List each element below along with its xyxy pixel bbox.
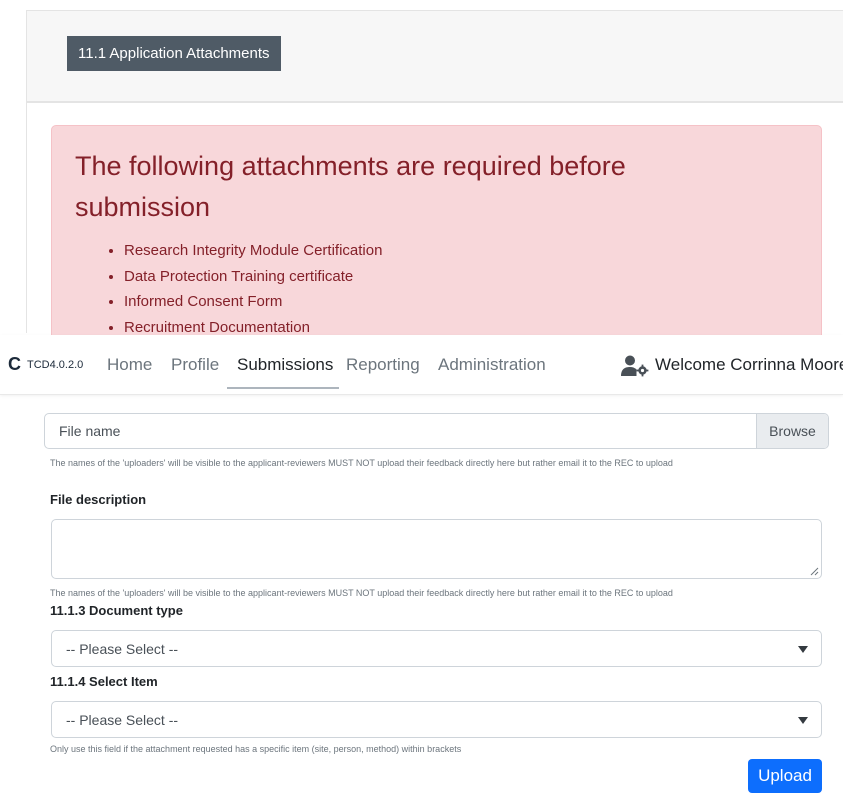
select-item-value: -- Please Select -- <box>66 712 179 728</box>
divider <box>26 102 843 103</box>
nav-link-profile[interactable]: Profile <box>171 355 219 375</box>
file-description-textarea[interactable] <box>51 519 822 579</box>
divider <box>26 103 27 333</box>
file-description-label: File description <box>50 492 147 507</box>
document-type-label: 11.1.3 Document type <box>50 603 183 618</box>
required-attachments-list: Research Integrity Module Certification … <box>124 238 382 340</box>
upload-button[interactable]: Upload <box>748 759 822 793</box>
select-item-help-text: Only use this field if the attachment re… <box>50 744 462 754</box>
document-type-select[interactable]: -- Please Select -- <box>51 630 822 667</box>
file-name-placeholder: File name <box>59 423 121 439</box>
resize-grip-icon[interactable] <box>810 567 819 576</box>
required-attachments-alert: The following attachments are required b… <box>51 125 822 340</box>
chevron-down-icon <box>798 717 808 724</box>
select-item-select[interactable]: -- Please Select -- <box>51 701 822 738</box>
list-item: Informed Consent Form <box>124 289 382 315</box>
alert-title: The following attachments are required b… <box>75 151 626 222</box>
select-item-label: 11.1.4 Select Item <box>50 674 158 689</box>
user-settings-icon[interactable] <box>621 355 649 377</box>
description-help-text: The names of the 'uploaders' will be vis… <box>50 588 673 598</box>
file-help-text: The names of the 'uploaders' will be vis… <box>50 458 673 468</box>
file-input[interactable]: File name Browse <box>44 413 829 449</box>
nav-link-home[interactable]: Home <box>107 355 152 375</box>
section-header-card: 11.1 Application Attachments <box>26 10 843 102</box>
welcome-user[interactable]: Welcome Corrinna Moore <box>655 355 843 375</box>
page: 11.1 Application Attachments The followi… <box>0 0 843 800</box>
list-item: Data Protection Training certificate <box>124 264 382 290</box>
version-label: TCD4.0.2.0 <box>27 359 84 371</box>
chevron-down-icon <box>798 646 808 653</box>
nav-link-reporting[interactable]: Reporting <box>346 355 420 375</box>
active-tab-indicator <box>227 387 339 389</box>
list-item: Research Integrity Module Certification <box>124 238 382 264</box>
section-heading: 11.1 Application Attachments <box>67 36 281 71</box>
browse-button[interactable]: Browse <box>756 414 828 448</box>
brand-logo[interactable]: C <box>8 354 21 375</box>
top-navbar: C TCD4.0.2.0 Home Profile Submissions Re… <box>0 335 843 395</box>
nav-link-submissions[interactable]: Submissions <box>237 355 333 375</box>
document-type-value: -- Please Select -- <box>66 641 179 657</box>
nav-link-administration[interactable]: Administration <box>438 355 546 375</box>
